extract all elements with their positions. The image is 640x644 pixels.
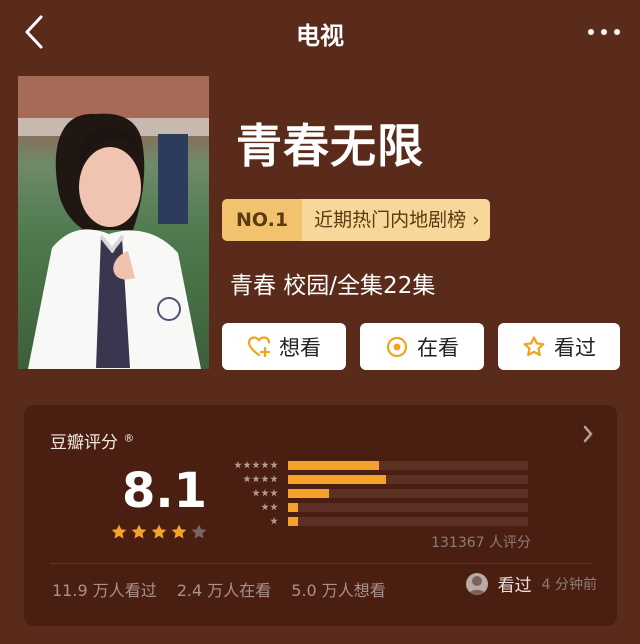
rating-score: 8.1 xyxy=(122,463,208,519)
distribution-bar xyxy=(288,489,329,498)
avatar-icon xyxy=(467,575,486,595)
distribution-row xyxy=(218,489,558,501)
mini-star-icon xyxy=(252,475,260,483)
filled-star-icon xyxy=(171,524,187,539)
distribution-row xyxy=(218,503,558,515)
genre-episodes: 青春 校园/全集22集 xyxy=(230,273,436,299)
watched-count: 11.9 万人看过 xyxy=(52,581,157,600)
recent-watched-label: 看过 xyxy=(497,576,532,596)
watching-count: 2.4 万人在看 xyxy=(176,581,272,600)
rank-number: NO.1 xyxy=(222,199,303,241)
mini-star-icon xyxy=(270,517,278,525)
mini-star-icon xyxy=(243,461,251,469)
distribution-row xyxy=(218,517,558,529)
mini-star-icon xyxy=(261,503,269,511)
mini-star-icon xyxy=(270,461,278,469)
ranking-name: 近期热门内地剧榜 › xyxy=(302,199,490,241)
mini-star-icon xyxy=(270,489,278,497)
top-bar: 电视 xyxy=(0,0,640,64)
distribution-stars xyxy=(270,517,278,525)
watched-button[interactable]: 看过 xyxy=(498,323,620,370)
registered-mark: ® xyxy=(123,431,135,445)
more-button[interactable] xyxy=(582,18,626,46)
poster-illustration xyxy=(18,76,209,369)
star-outline-icon xyxy=(523,335,545,356)
chevron-right-icon[interactable] xyxy=(577,423,599,445)
ranking-label: 近期热门内地剧榜 xyxy=(314,209,467,231)
rating-card[interactable]: 豆瓣评分 ® 8.1 131367 人评分 11.9 万人看过 2.4 万人在看… xyxy=(24,405,617,626)
filled-star-icon xyxy=(151,524,167,539)
mini-star-icon xyxy=(261,461,269,469)
distribution-bar xyxy=(288,475,386,484)
filled-star-icon xyxy=(111,524,127,539)
distribution-bar xyxy=(288,503,298,512)
filled-star-icon xyxy=(131,524,147,539)
recent-watch[interactable]: 看过 4 分钟前 xyxy=(465,571,597,596)
rating-source: 豆瓣评分 xyxy=(50,433,118,453)
action-buttons: 想看 在看 看过 xyxy=(222,323,620,370)
want-label: 想看 xyxy=(279,335,321,360)
distribution-bar xyxy=(288,517,298,526)
distribution-row xyxy=(218,461,558,473)
distribution-stars xyxy=(252,489,278,497)
watching-label: 在看 xyxy=(417,335,459,360)
target-icon xyxy=(386,336,408,357)
show-poster[interactable] xyxy=(18,76,209,369)
rating-divider xyxy=(50,563,591,564)
mini-star-icon xyxy=(234,461,242,469)
chevron-right-icon: › xyxy=(472,209,480,231)
mini-star-icon xyxy=(243,475,251,483)
mini-star-icon xyxy=(270,503,278,511)
want-count: 5.0 万人想看 xyxy=(291,581,386,600)
rating-stars xyxy=(110,523,208,541)
mini-star-icon xyxy=(252,489,260,497)
ranking-badge[interactable]: NO.1 近期热门内地剧榜 › xyxy=(222,199,490,241)
viewer-stats: 11.9 万人看过 2.4 万人在看 5.0 万人想看 xyxy=(52,577,386,601)
watching-button[interactable]: 在看 xyxy=(360,323,484,370)
mini-star-icon xyxy=(252,461,260,469)
mini-star-icon xyxy=(261,489,269,497)
more-dot-icon xyxy=(588,29,594,35)
distribution-track xyxy=(288,503,528,512)
rating-heading: 豆瓣评分 ® xyxy=(50,428,134,453)
distribution-stars xyxy=(243,475,278,483)
heart-plus-icon xyxy=(247,335,271,357)
distribution-track xyxy=(288,517,528,526)
mini-star-icon xyxy=(261,475,269,483)
page-title: 电视 xyxy=(296,22,344,50)
more-dot-icon xyxy=(614,29,620,35)
distribution-row xyxy=(218,475,558,487)
distribution-stars xyxy=(234,461,278,469)
distribution-bar xyxy=(288,461,379,470)
want-button[interactable]: 想看 xyxy=(222,323,346,370)
empty-star-icon xyxy=(191,524,207,539)
more-dot-icon xyxy=(601,29,607,35)
recent-watched-time: 4 分钟前 xyxy=(541,576,597,593)
rating-distribution xyxy=(218,461,558,541)
distribution-stars xyxy=(261,503,278,511)
show-title: 青春无限 xyxy=(236,119,424,173)
rating-count: 131367 人评分 xyxy=(431,535,531,551)
avatar xyxy=(465,572,488,595)
mini-star-icon xyxy=(270,475,278,483)
watched-label: 看过 xyxy=(554,335,596,360)
